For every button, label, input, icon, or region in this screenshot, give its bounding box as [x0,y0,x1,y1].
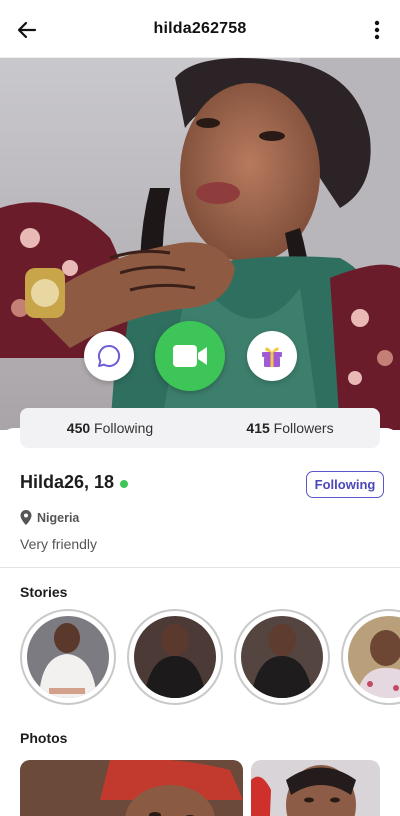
more-vertical-icon[interactable] [368,17,386,43]
story-item[interactable] [20,609,116,705]
photo-thumbnail[interactable] [20,760,243,816]
following-button[interactable]: Following [306,471,384,498]
location-row: Nigeria [20,510,79,525]
online-status-indicator [120,479,129,488]
photos-grid [20,760,400,816]
stories-heading: Stories [20,584,68,600]
video-camera-icon [173,345,207,367]
username-title: hilda262758 [153,19,247,37]
video-call-button[interactable] [155,321,225,391]
chat-bubble-icon [98,344,121,367]
story-thumbnail [134,616,216,698]
following-stat[interactable]: 450 Following [20,420,200,436]
photos-heading: Photos [20,730,68,746]
name-row: Hilda26, 18 [20,472,129,493]
section-divider [0,567,400,568]
following-label: Following [94,420,154,436]
follow-stats: 450 Following 415 Followers [20,408,380,448]
story-thumbnail [241,616,323,698]
following-count: 450 [66,420,91,436]
story-item[interactable] [234,609,330,705]
story-item[interactable] [341,609,400,705]
chat-button[interactable] [84,331,134,381]
followers-count: 415 [246,420,270,436]
gift-icon [262,347,282,367]
profile-name: Hilda26, 18 [20,472,115,492]
location-pin-icon [20,510,32,525]
stories-list [20,609,400,707]
followers-label: Followers [273,420,334,436]
top-bar: hilda262758 [0,0,400,58]
bio-text: Very friendly [20,536,98,552]
story-thumbnail [348,616,400,698]
action-buttons [0,318,400,394]
story-item[interactable] [127,609,223,705]
gift-button[interactable] [247,331,297,381]
back-arrow-icon[interactable] [14,17,40,43]
location-text: Nigeria [37,510,80,525]
photo-thumbnail[interactable] [251,760,380,816]
followers-stat[interactable]: 415 Followers [200,420,380,436]
story-thumbnail [27,616,109,698]
